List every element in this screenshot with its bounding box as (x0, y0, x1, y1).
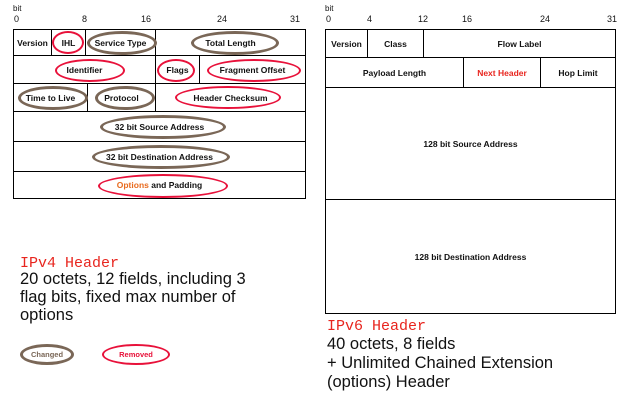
ipv6-tick-4: 4 (367, 14, 373, 24)
ipv4-bit-label: bit (13, 4, 22, 13)
ipv6-tick-31: 31 (607, 14, 618, 24)
ipv6-payload-length-field: Payload Length (326, 58, 464, 88)
ipv6-caption-line-3: (options) Header (327, 373, 450, 391)
ipv4-total-length-field: Total Length (156, 30, 305, 56)
ipv6-caption-line-2: + Unlimited Chained Extension (327, 354, 554, 372)
ipv6-flow-label-field: Flow Label (424, 30, 615, 58)
ipv4-fragment-offset-field: Fragment Offset (200, 56, 305, 84)
ipv4-service-type-field: Service Type (86, 30, 156, 56)
ipv4-grid: Version IHL Service Type Total Length Id… (13, 29, 306, 199)
ipv6-caption-line-1: 40 octets, 8 fields (327, 335, 456, 353)
ipv4-ttl-field: Time to Live (14, 84, 88, 112)
ipv6-source-address-field: 128 bit Source Address (326, 88, 615, 200)
ipv6-hop-limit-field: Hop Limit (541, 58, 615, 88)
legend-removed: Removed (102, 344, 170, 365)
ipv6-tick-0: 0 (326, 14, 332, 24)
legend-removed-label: Removed (119, 350, 153, 359)
ipv6-caption-title: IPv6 Header (327, 318, 427, 335)
ipv6-tick-16: 16 (462, 14, 473, 24)
ipv4-tick-0: 0 (14, 14, 20, 24)
ipv4-caption-line-3: options (20, 306, 74, 324)
ipv4-options-padding-field: Options and Padding (14, 172, 305, 198)
ipv6-bit-label: bit (325, 4, 334, 13)
ipv4-caption-line-2: flag bits, fixed max number of (20, 288, 236, 306)
ipv6-next-header-field: Next Header (464, 58, 541, 88)
legend-changed-label: Changed (30, 350, 64, 359)
legend-changed: Changed (20, 344, 74, 365)
ipv6-tick-12: 12 (418, 14, 429, 24)
ipv4-options-word: Options (116, 180, 149, 190)
ipv4-protocol-field: Protocol (88, 84, 156, 112)
ipv4-destination-address-field: 32 bit Destination Address (14, 142, 305, 172)
ipv4-ihl-field: IHL (52, 30, 86, 56)
ipv6-destination-address-field: 128 bit Destination Address (414, 251, 527, 262)
ipv4-tick-16: 16 (141, 14, 152, 24)
ipv4-source-address-field: 32 bit Source Address (14, 112, 305, 142)
ipv4-tick-24: 24 (217, 14, 228, 24)
ipv4-version-field: Version (14, 30, 52, 56)
ipv6-class-field: Class (368, 30, 424, 58)
ipv4-padding-text: and Padding (148, 180, 203, 190)
ipv4-identifier-field: Identifier (14, 56, 156, 84)
ipv4-flags-field: Flags (156, 56, 200, 84)
ipv4-header-checksum-field: Header Checksum (156, 84, 305, 112)
ipv6-grid: Version Class Flow Label Payload Length … (325, 29, 616, 314)
ipv6-version-field: Version (326, 30, 368, 58)
ipv4-tick-8: 8 (82, 14, 88, 24)
ipv4-tick-31: 31 (290, 14, 301, 24)
ipv6-tick-24: 24 (540, 14, 551, 24)
ipv4-caption-line-1: 20 octets, 12 fields, including 3 (20, 270, 246, 288)
